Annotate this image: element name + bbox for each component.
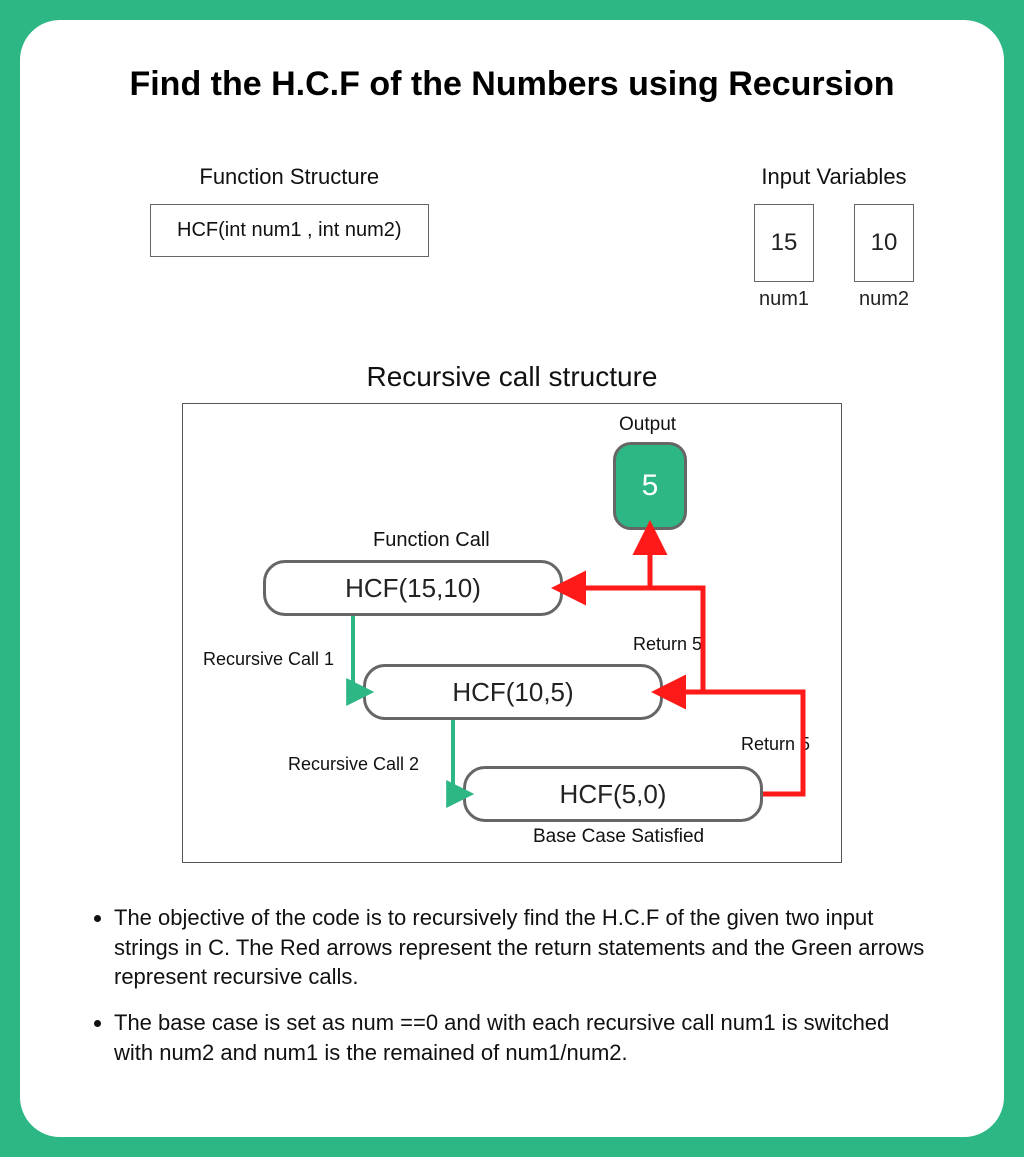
return-1-label: Return 5	[633, 634, 702, 655]
output-box: 5	[613, 442, 687, 530]
num1-name: num1	[759, 288, 809, 311]
num2-name: num2	[859, 288, 909, 311]
function-call-label: Function Call	[373, 529, 490, 552]
function-structure-block: Function Structure HCF(int num1 , int nu…	[150, 164, 429, 257]
input-variables-row: 15 num1 10 num2	[754, 204, 914, 311]
recursive-call-1-arrow	[353, 616, 363, 692]
function-structure-label: Function Structure	[150, 164, 429, 190]
num2-cell: 10 num2	[854, 204, 914, 311]
call-box-3: HCF(5,0)	[463, 766, 763, 822]
bullet-1: The objective of the code is to recursiv…	[114, 903, 934, 992]
page-title: Find the H.C.F of the Numbers using Recu…	[70, 65, 954, 104]
call-box-2: HCF(10,5)	[363, 664, 663, 720]
recursive-call-1-label: Recursive Call 1	[203, 649, 334, 670]
bullet-2: The base case is set as num ==0 and with…	[114, 1008, 934, 1067]
output-label: Output	[619, 414, 676, 436]
input-variables-label: Input Variables	[754, 164, 914, 190]
description-list: The objective of the code is to recursiv…	[70, 903, 954, 1067]
call-box-1: HCF(15,10)	[263, 560, 563, 616]
recursive-frame: Output 5 Function Call HCF(15,10) HCF(10…	[182, 403, 842, 863]
num1-value-box: 15	[754, 204, 814, 282]
base-case-label: Base Case Satisfied	[533, 826, 704, 848]
input-variables-block: Input Variables 15 num1 10 num2	[754, 164, 914, 311]
num2-value-box: 10	[854, 204, 914, 282]
output-arrow	[603, 534, 650, 588]
diagram-card: Find the H.C.F of the Numbers using Recu…	[20, 20, 1004, 1137]
function-signature-box: HCF(int num1 , int num2)	[150, 204, 429, 257]
recursive-structure-title: Recursive call structure	[70, 361, 954, 393]
recursive-call-2-arrow	[453, 720, 463, 794]
num1-cell: 15 num1	[754, 204, 814, 311]
return-2-label: Return 5	[741, 734, 810, 755]
top-row: Function Structure HCF(int num1 , int nu…	[70, 164, 954, 311]
recursive-call-2-label: Recursive Call 2	[288, 754, 419, 775]
